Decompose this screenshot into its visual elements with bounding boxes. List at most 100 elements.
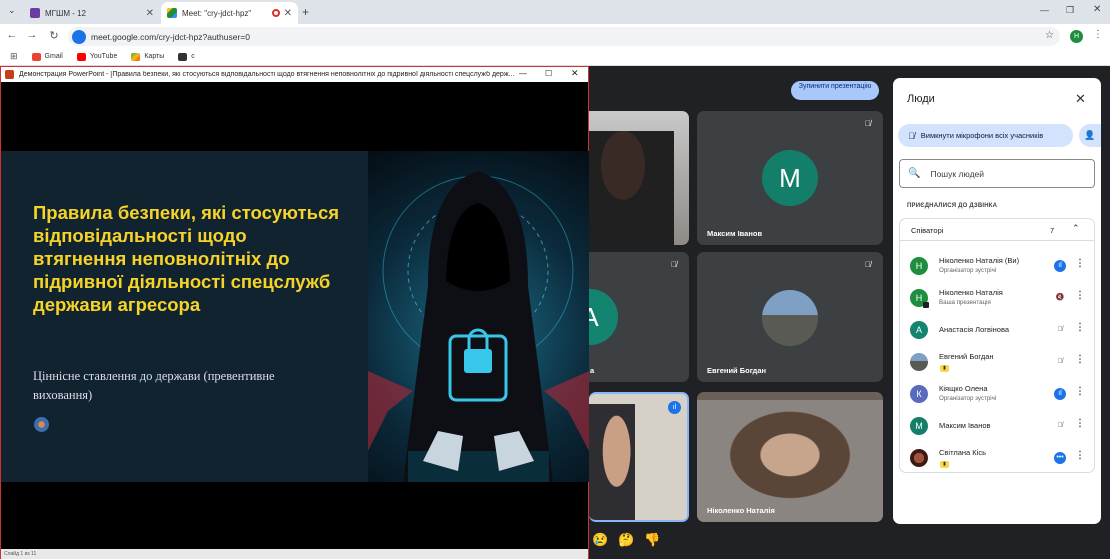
video-tile-3[interactable]: ıl — [589, 392, 689, 522]
mute-all-button[interactable]: 🎙̸ Вимкнути мікрофони всіх учасників — [898, 124, 1073, 147]
more-options-icon[interactable]: ⋮ — [1075, 290, 1085, 301]
more-options-icon[interactable]: ⋮ — [1075, 450, 1085, 461]
back-icon[interactable]: ← — [3, 29, 21, 41]
bookmark-star-icon[interactable]: ☆ — [1045, 30, 1054, 41]
bookmark-label: Карты — [144, 53, 165, 60]
mic-off-icon: 🎙̸ — [1057, 422, 1063, 429]
video-tile-max[interactable]: 🎙̸ М Максим Іванов — [697, 111, 883, 245]
participant-name: а — [590, 366, 595, 375]
site-info-icon[interactable] — [72, 29, 86, 44]
mic-off-icon: 🎙̸ — [865, 260, 871, 269]
close-icon[interactable]: ✕ — [571, 68, 579, 79]
participant-name: Ніколенко Наталія — [707, 506, 775, 515]
reload-icon[interactable]: ↻ — [45, 29, 63, 42]
maximize-icon[interactable]: ☐ — [545, 69, 552, 78]
participant-name: Евгений Богдан — [939, 352, 994, 361]
group-header[interactable]: Співаторі 7 ⌃ — [900, 219, 1094, 241]
participant-name: Анастасія Логвінова — [939, 325, 1010, 334]
school-favicon-icon — [30, 8, 40, 18]
bookmark-icon — [178, 52, 188, 61]
tab-search-icon[interactable]: ⌄ — [8, 5, 16, 16]
slide-title: Правила безпеки, які стосуються відповід… — [33, 202, 340, 315]
stop-presenting-button[interactable]: Зупинити презентацію — [791, 81, 879, 100]
video-tile-nikolenko[interactable]: Ніколенко Наталія — [697, 392, 883, 522]
forward-icon[interactable]: → — [23, 29, 41, 41]
video-tile-1[interactable] — [589, 111, 689, 245]
more-options-icon[interactable]: ⋮ — [1075, 418, 1085, 429]
participant-name: Кіящко Олена — [939, 384, 988, 393]
video-tile-2[interactable]: 🎙̸ А а — [589, 252, 689, 382]
bookmark-label: YouTube — [89, 53, 118, 60]
reaction-thinking-button[interactable]: 🤔 — [618, 532, 634, 548]
participant-row[interactable]: Евгений Богдан ▮ 🎙̸ ⋮ — [903, 346, 1088, 376]
close-tab-icon[interactable]: ✕ — [146, 8, 154, 19]
bookmark-gmail[interactable]: Gmail — [31, 52, 63, 61]
more-options-icon[interactable]: ⋮ — [1075, 322, 1085, 333]
address-bar[interactable]: meet.google.com/cry-jdct-hpz?authuser=0 … — [68, 27, 1060, 46]
close-panel-icon[interactable]: ✕ — [1075, 91, 1086, 107]
gmail-icon — [31, 52, 41, 61]
reaction-sad-button[interactable]: 😢 — [592, 532, 608, 548]
participant-row[interactable]: Н Ніколенко Наталія Ваша презентація 🔇 ⋮ — [903, 282, 1088, 312]
ppt-status-bar: Слайд 1 из 11 — [1, 549, 588, 559]
group-label: Співаторі — [911, 226, 944, 235]
more-options-icon[interactable]: ⋮ — [1075, 258, 1085, 269]
participant-role: Ваша презентація — [939, 299, 991, 306]
tab-meet[interactable]: Meet: "cry-jdct-hpz" ✕ — [161, 2, 298, 24]
panel-title: Люди — [907, 93, 935, 105]
bookmark-c[interactable]: с — [178, 52, 195, 61]
mute-all-label: Вимкнути мікрофони всіх учасників — [920, 131, 1044, 140]
tab-mgshm[interactable]: МГШМ - 12 ✕ — [24, 2, 160, 24]
youtube-icon — [76, 52, 86, 61]
people-panel: Люди ✕ 🎙̸ Вимкнути мікрофони всіх учасни… — [893, 78, 1101, 524]
browser-menu-icon[interactable]: ⋮ — [1093, 29, 1103, 40]
group-count: 7 — [1050, 226, 1055, 235]
new-tab-button[interactable]: + — [302, 5, 309, 19]
more-options-icon[interactable]: ⋮ — [1075, 386, 1085, 397]
apps-grid-icon[interactable]: ⊞ — [10, 51, 18, 62]
collapse-chevron-icon[interactable]: ⌃ — [1072, 223, 1080, 234]
avatar: К — [910, 385, 928, 403]
more-options-icon[interactable]: ⋮ — [1075, 354, 1085, 365]
mic-off-icon: 🎙̸ — [865, 119, 871, 128]
mic-off-icon: 🎙̸ — [908, 130, 915, 141]
participant-row[interactable]: Світлана Кісь ▮ ••• ⋮ — [903, 442, 1088, 472]
participant-name: Ніколенко Наталія — [939, 288, 1003, 297]
close-tab-icon[interactable]: ✕ — [284, 8, 292, 19]
maps-icon — [131, 52, 141, 61]
bookmark-youtube[interactable]: YouTube — [76, 52, 118, 61]
slide-counter: Слайд 1 из 11 — [4, 551, 37, 557]
add-people-button[interactable]: 👤 — [1079, 124, 1101, 147]
participant-role: Організатор зустрічі — [939, 395, 997, 402]
minimize-window-icon[interactable]: — — [1040, 5, 1049, 15]
minimize-icon[interactable]: — — [519, 69, 527, 78]
participant-row[interactable]: А Анастасія Логвінова 🎙̸ ⋮ — [903, 314, 1088, 344]
restore-window-icon[interactable]: ❐ — [1066, 5, 1074, 16]
close-window-icon[interactable]: ✕ — [1093, 4, 1101, 15]
mic-off-icon: 🎙̸ — [671, 260, 677, 269]
reaction-thumbs-down-button[interactable]: 👎 — [644, 532, 660, 548]
presenting-icon — [923, 302, 929, 308]
bookmark-label: Gmail — [44, 53, 63, 60]
slide: Правила безпеки, які стосуються відповід… — [1, 151, 589, 482]
audio-off-icon: 🔇 — [1055, 294, 1065, 301]
avatar: А — [589, 289, 618, 345]
participant-row[interactable]: М Максим Іванов 🎙̸ ⋮ — [903, 410, 1088, 440]
participant-name: Ніколенко Наталія (Ви) — [939, 256, 1020, 265]
hand-badge-icon: ▮ — [940, 365, 949, 372]
ppt-titlebar: Демонстрация PowerPoint - [Правила безпе… — [1, 67, 588, 82]
powerpoint-window: Демонстрация PowerPoint - [Правила безпе… — [0, 66, 589, 559]
mic-off-icon: 🎙̸ — [1057, 326, 1063, 333]
profile-avatar[interactable]: H — [1070, 30, 1083, 43]
participant-row[interactable]: Н Ніколенко Наталія (Ви) Організатор зус… — [903, 250, 1088, 280]
participant-row[interactable]: К Кіящко Олена Організатор зустрічі ıl ⋮ — [903, 378, 1088, 408]
participant-name: Світлана Кісь — [939, 448, 986, 457]
search-people-field[interactable]: 🔍 Пошук людей — [899, 159, 1095, 188]
participant-video — [589, 404, 635, 520]
video-tile-bogdan[interactable]: 🎙̸ Евгений Богдан — [697, 252, 883, 382]
bookmarks-bar: ⊞ Gmail YouTube Карты с — [0, 48, 1110, 66]
avatar: М — [762, 150, 818, 206]
bookmark-maps[interactable]: Карты — [131, 52, 165, 61]
ppt-window-title: Демонстрация PowerPoint - [Правила безпе… — [19, 71, 515, 78]
participant-name: Максим Іванов — [707, 229, 763, 238]
